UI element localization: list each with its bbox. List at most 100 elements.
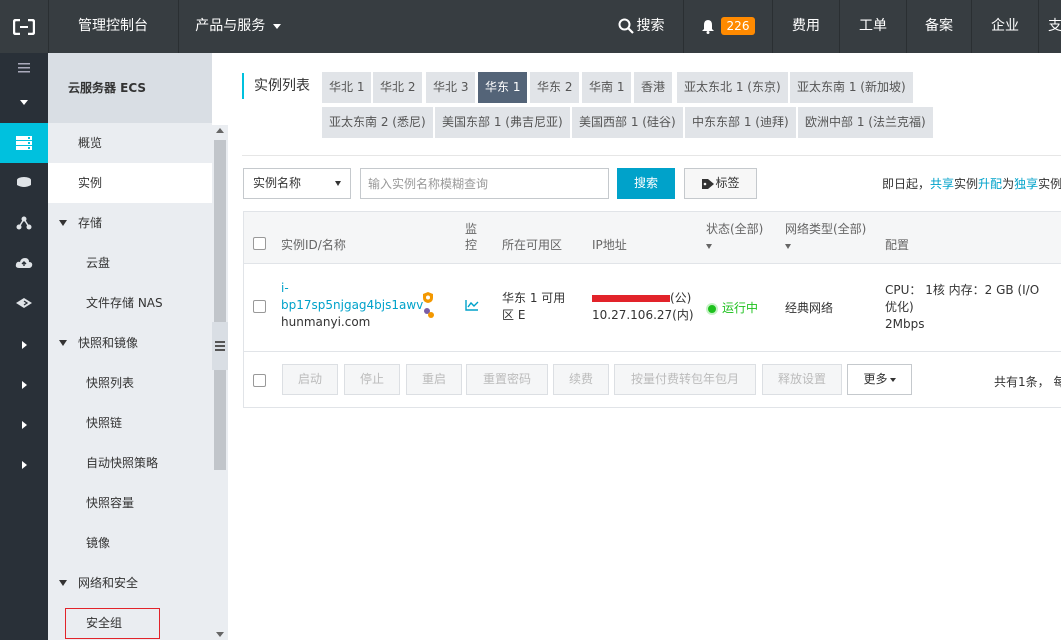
menu-item-nas[interactable]: 文件存储 NAS	[48, 283, 212, 323]
menu-group-network-security[interactable]: 网络和安全	[48, 563, 212, 603]
caret-down-icon	[335, 181, 341, 186]
menu-item-overview[interactable]: 概览	[48, 123, 212, 163]
menu-item-snapshot-list[interactable]: 快照列表	[48, 363, 212, 403]
notice-text: 为	[1002, 177, 1015, 191]
region-tab[interactable]: 华东 2	[530, 72, 580, 103]
region-tab[interactable]: 中东东部 1 (迪拜)	[685, 107, 796, 138]
rail-collapse[interactable]	[0, 83, 48, 121]
notice-link-dedicated[interactable]: 独享	[1014, 177, 1038, 191]
main-content: 实例列表 华北 1 华北 2 华北 3 华东 1 华东 2 华南 1 香港 亚太…	[228, 53, 1061, 640]
convert-billing-button[interactable]: 按量付费转包年包月	[614, 364, 756, 395]
console-link[interactable]: 管理控制台	[48, 0, 178, 53]
menu-item-disks[interactable]: 云盘	[48, 243, 212, 283]
notice-link-upgrade[interactable]: 升配	[978, 177, 1002, 191]
region-tab[interactable]: 亚太东南 2 (悉尼)	[322, 107, 433, 138]
restart-button[interactable]: 重启	[406, 364, 462, 395]
chevron-right-icon	[21, 341, 27, 349]
rail-database[interactable]	[0, 163, 48, 203]
search-submit-button[interactable]: 搜索	[617, 168, 675, 199]
logo-icon	[13, 18, 35, 35]
release-settings-button[interactable]: 释放设置	[762, 364, 842, 395]
region-tab[interactable]: 华北 2	[373, 72, 423, 103]
notice-prefix: 即日起，	[882, 177, 931, 191]
rail-expand-2[interactable]	[0, 365, 48, 405]
header-status-filter[interactable]: 状态(全部)	[706, 221, 763, 253]
icp-link[interactable]: 备案	[907, 0, 971, 53]
header-network-filter[interactable]: 网络类型(全部)	[785, 221, 866, 253]
region-tab[interactable]: 亚太东北 1 (东京)	[677, 72, 788, 103]
menu-item-images[interactable]: 镜像	[48, 523, 212, 563]
chevron-right-icon	[21, 381, 27, 389]
row-checkbox[interactable]	[253, 300, 266, 313]
region-tab-active[interactable]: 华东 1	[478, 72, 528, 103]
more-label: 更多	[863, 372, 888, 386]
scroll-down-icon[interactable]	[216, 632, 224, 637]
plugin-icon[interactable]	[422, 306, 436, 320]
menu-group-snapshots[interactable]: 快照和镜像	[48, 323, 212, 363]
sidebar-collapse-handle[interactable]	[212, 322, 228, 370]
zone-cell: 华东 1 可用区 E	[502, 291, 566, 322]
region-tab[interactable]: 美国西部 1 (硅谷)	[572, 107, 683, 138]
footer-select-all-checkbox[interactable]	[253, 374, 266, 387]
shield-icon[interactable]	[422, 291, 434, 304]
caret-down-icon	[706, 244, 712, 249]
table-header: 实例ID/名称 监控 所在可用区 IP地址 状态(全部) 网络类型(全部) 配置	[244, 212, 1061, 264]
monitor-chart-button[interactable]	[465, 299, 479, 316]
enterprise-link[interactable]: 企业	[972, 0, 1038, 53]
renew-button[interactable]: 续费	[553, 364, 609, 395]
select-all-checkbox[interactable]	[253, 237, 266, 250]
search-button[interactable]: 搜索	[600, 0, 682, 53]
rail-speed[interactable]	[0, 283, 48, 323]
menu-toggle[interactable]	[0, 53, 48, 83]
stop-button[interactable]: 停止	[344, 364, 400, 395]
scroll-up-icon[interactable]	[216, 128, 224, 133]
more-link[interactable]: 支	[1048, 0, 1061, 53]
scroll-thumb[interactable]	[214, 140, 226, 470]
instance-search-input[interactable]	[360, 168, 609, 199]
header-status-label: 状态(全部)	[706, 222, 764, 236]
rail-expand-4[interactable]	[0, 445, 48, 485]
menu-item-snapshot-chain[interactable]: 快照链	[48, 403, 212, 443]
caret-down-icon	[59, 340, 67, 346]
highlight-annotation	[65, 608, 160, 639]
menu-scrollbar[interactable]	[212, 125, 228, 640]
search-label: 搜索	[636, 18, 665, 34]
menu-item-snapshot-capacity[interactable]: 快照容量	[48, 483, 212, 523]
region-tab[interactable]: 美国东部 1 (弗吉尼亚)	[435, 107, 570, 138]
billing-link[interactable]: 费用	[773, 0, 839, 53]
header-network-label: 网络类型(全部)	[785, 222, 867, 236]
aliyun-logo[interactable]	[0, 0, 48, 53]
start-button[interactable]: 启动	[282, 364, 338, 395]
region-tab[interactable]: 华南 1	[582, 72, 632, 103]
region-tab[interactable]: 香港	[634, 72, 673, 103]
search-icon	[618, 18, 634, 34]
reset-password-button[interactable]: 重置密码	[466, 364, 548, 395]
instance-id-prefix[interactable]: i-	[281, 280, 423, 297]
caret-down-icon	[20, 99, 28, 105]
region-tab[interactable]: 欧洲中部 1 (法兰克福)	[798, 107, 933, 138]
menu-group-storage[interactable]: 存储	[48, 203, 212, 243]
rail-network[interactable]	[0, 203, 48, 243]
rail-ecs[interactable]	[0, 123, 48, 163]
public-ip-suffix: (公)	[670, 291, 692, 305]
instance-id-name-cell: i- bp17sp5njgag4bjs1awv hunmanyi.com	[281, 280, 423, 331]
products-menu[interactable]: 产品与服务	[178, 0, 298, 53]
tag-filter-button[interactable]: 标签	[684, 168, 757, 199]
rail-cloud[interactable]	[0, 243, 48, 283]
region-tab[interactable]: 华北 1	[322, 72, 372, 103]
region-tab[interactable]: 华北 3	[426, 72, 476, 103]
menu-item-instances[interactable]: 实例	[48, 163, 212, 203]
menu-item-auto-snapshot[interactable]: 自动快照策略	[48, 443, 212, 483]
ticket-link[interactable]: 工单	[840, 0, 906, 53]
instance-id-link[interactable]: bp17sp5njgag4bjs1awv	[281, 297, 423, 314]
region-tab[interactable]: 亚太东南 1 (新加坡)	[790, 72, 913, 103]
config-bandwidth: 2Mbps	[885, 317, 925, 331]
rail-expand-1[interactable]	[0, 325, 48, 365]
filter-select[interactable]: 实例名称	[243, 168, 351, 199]
rail-expand-3[interactable]	[0, 405, 48, 445]
notice-link-shared[interactable]: 共享	[930, 177, 954, 191]
caret-down-icon	[785, 244, 791, 249]
notifications-button[interactable]: 226	[684, 0, 772, 53]
ip-cell: (公) 10.27.106.27(内)	[592, 290, 694, 324]
more-actions-button[interactable]: 更多	[847, 364, 912, 395]
